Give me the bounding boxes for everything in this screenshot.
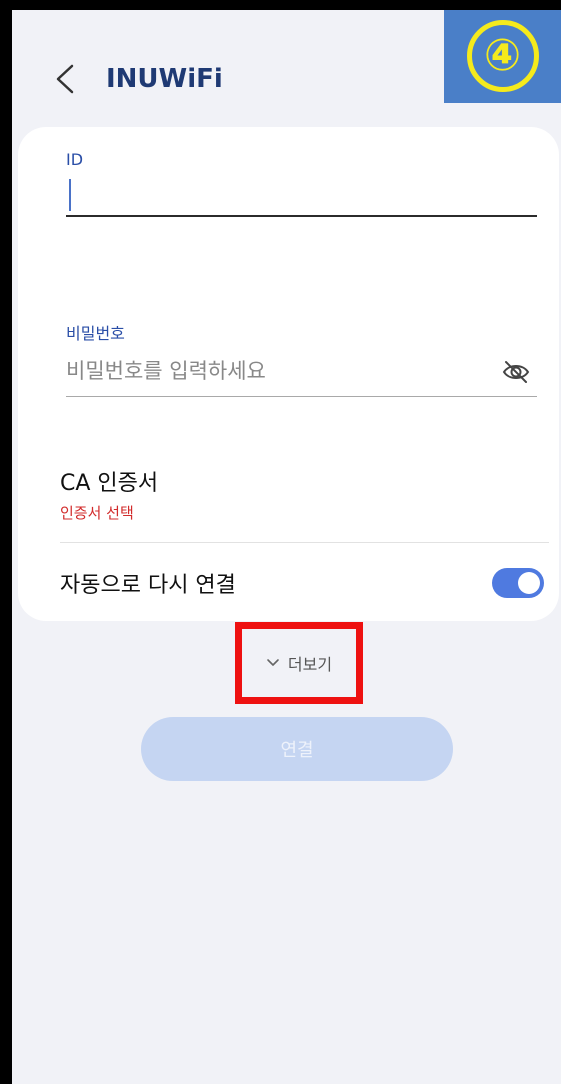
chevron-down-icon	[267, 659, 279, 666]
step-badge: ④	[444, 10, 561, 103]
more-label: 더보기	[287, 655, 333, 674]
password-placeholder: 비밀번호를 입력하세요	[66, 359, 266, 383]
password-input[interactable]: 비밀번호를 입력하세요	[66, 347, 537, 397]
header: INUWiFi	[52, 62, 223, 96]
password-label: 비밀번호	[66, 324, 125, 343]
eye-off-icon[interactable]	[501, 357, 531, 387]
step-number: ④	[466, 19, 539, 92]
page-title: INUWiFi	[106, 64, 223, 94]
chevron-left-icon[interactable]	[52, 62, 78, 96]
more-highlight-box: 더보기	[235, 622, 363, 704]
connect-button[interactable]: 연결	[141, 717, 453, 781]
divider	[60, 542, 549, 543]
ca-certificate-value[interactable]: 인증서 선택	[60, 502, 134, 523]
more-button[interactable]: 더보기	[266, 651, 332, 675]
toggle-knob	[518, 572, 540, 594]
auto-reconnect-toggle[interactable]	[492, 568, 544, 598]
text-caret	[69, 179, 71, 211]
screen: ④ INUWiFi ID 비밀번호 비밀번호를 입력하세요 CA 인증서 인증서…	[12, 10, 561, 1084]
ca-certificate-title[interactable]: CA 인증서	[60, 465, 158, 497]
id-input[interactable]	[66, 175, 537, 217]
auto-reconnect-label: 자동으로 다시 연결	[60, 573, 236, 598]
settings-card: ID 비밀번호 비밀번호를 입력하세요 CA 인증서 인증서 선택 자동으로 다…	[18, 127, 559, 621]
id-label: ID	[66, 150, 84, 169]
connect-label: 연결	[280, 740, 314, 761]
